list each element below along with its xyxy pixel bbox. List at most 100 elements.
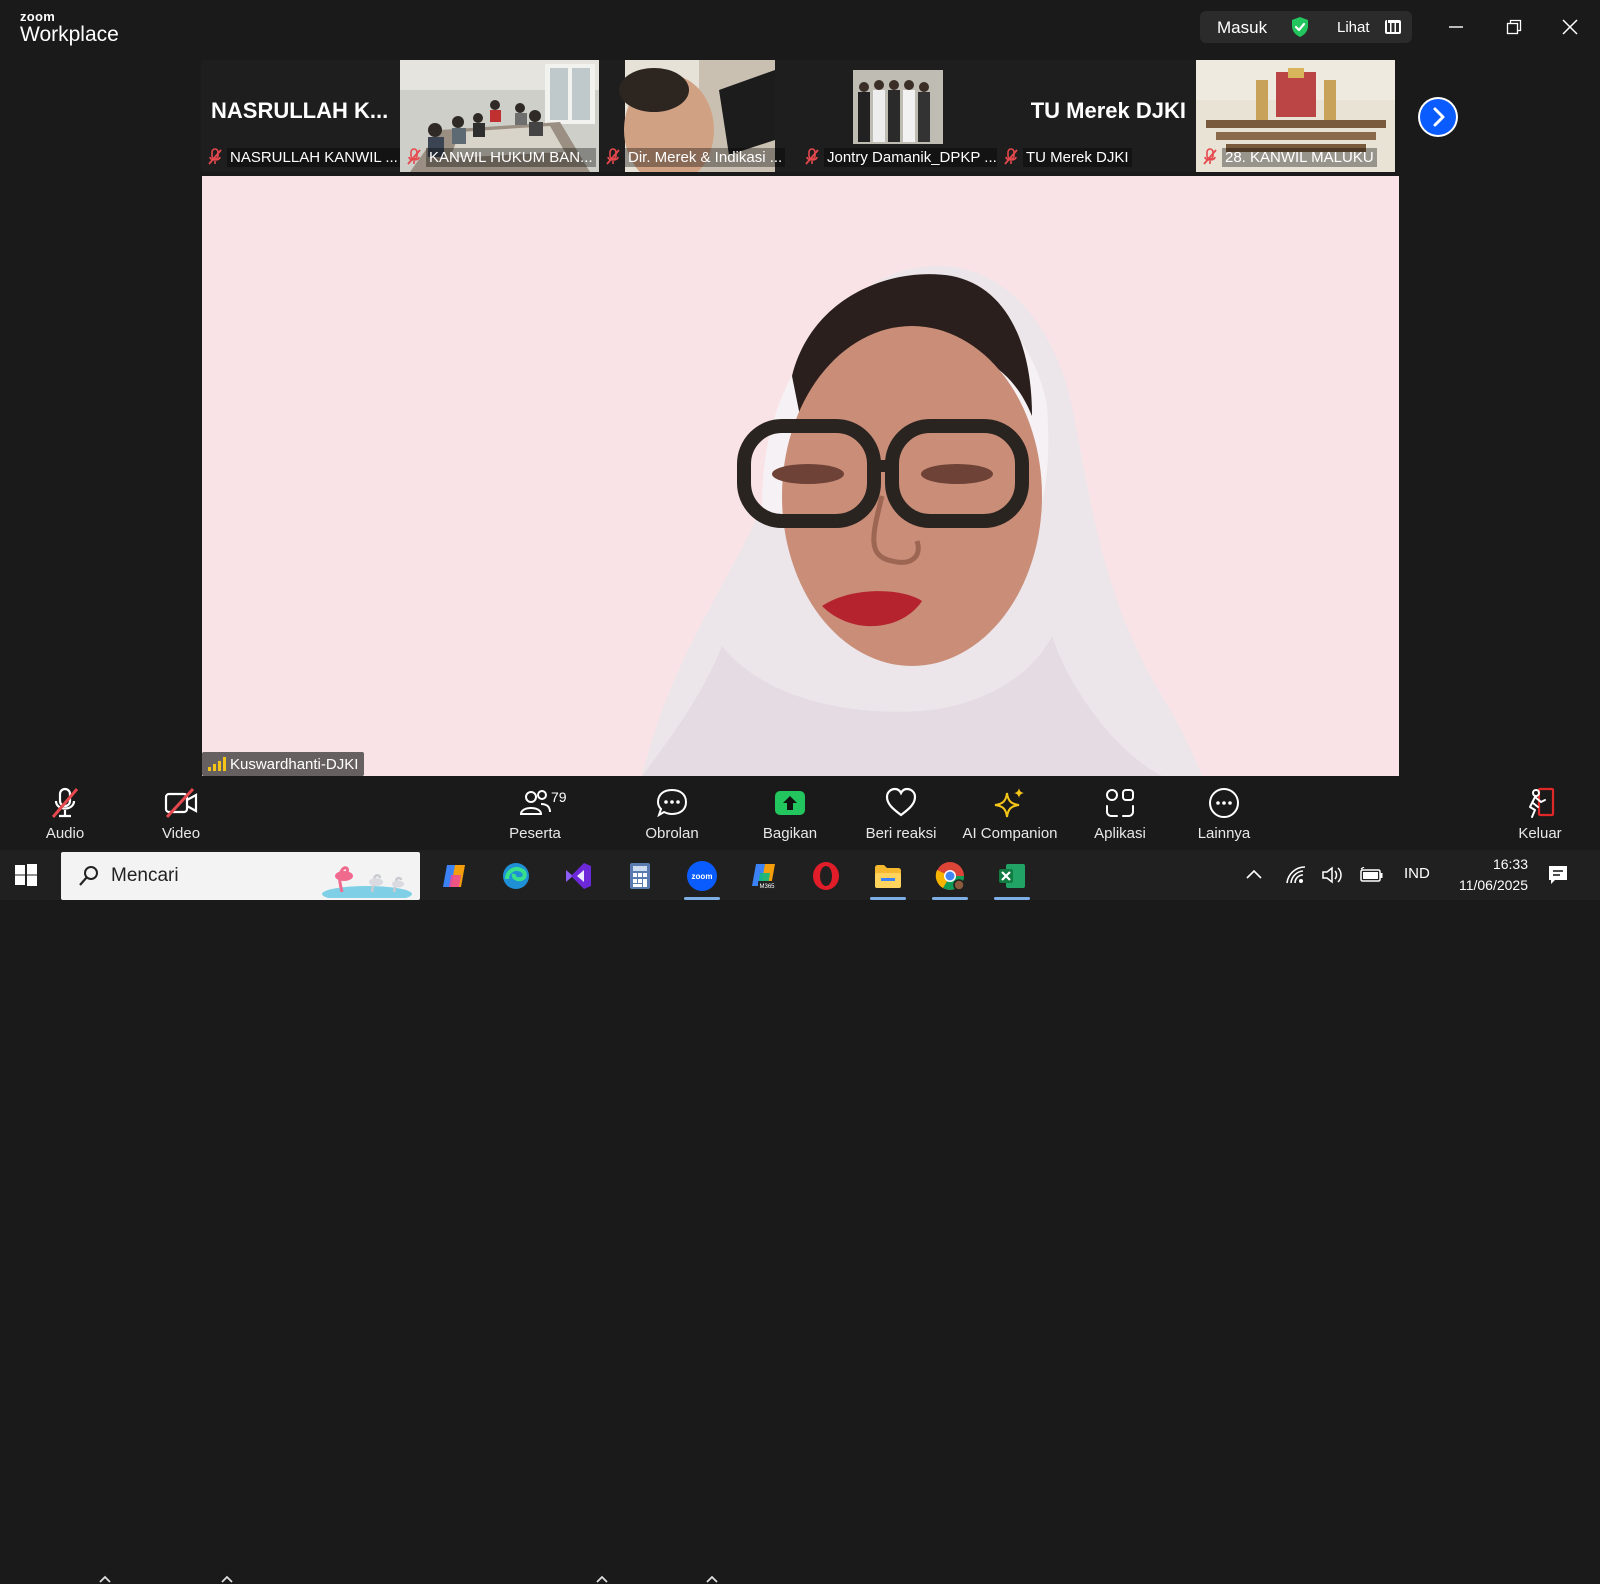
taskbar-calculator[interactable] [620,858,660,894]
edge-browser-icon [503,863,529,889]
restore-icon [1506,19,1522,35]
visual-studio-icon [566,863,591,889]
svg-text:zoom: zoom [692,872,713,881]
apps-icon [1106,789,1134,817]
audio-button[interactable]: Audio [36,777,94,849]
taskbar-visual-studio[interactable] [558,858,598,894]
mic-muted-icon [407,148,421,165]
audio-options-chevron-icon[interactable] [98,1574,112,1584]
clock-time: 16:33 [1492,856,1528,872]
share-screen-icon [775,791,805,815]
taskbar-zoom[interactable]: zoom [682,858,722,900]
participant-display-name: TU Merek DJKI [1030,98,1186,123]
participant-tile[interactable]: Jontry Damanik_DPKP ... [798,60,997,172]
share-label: Bagikan [762,825,818,842]
video-options-chevron-icon[interactable] [220,1574,234,1584]
video-off-icon [164,787,198,819]
participants-options-chevron-icon[interactable] [595,1574,609,1584]
copilot-icon [443,865,465,887]
chat-icon [656,788,688,818]
battery-icon[interactable] [1360,867,1384,883]
view-button[interactable]: Lihat [1337,19,1370,36]
excel-icon [999,864,1025,888]
participant-tile[interactable]: NASRULLAH K... NASRULLAH KANWIL ... [201,60,400,172]
taskbar-file-explorer[interactable] [868,858,908,900]
heart-icon [885,787,917,817]
mic-muted-icon [1203,148,1217,165]
share-button[interactable]: Bagikan [755,777,825,849]
participant-tile[interactable]: TU Merek DJKI TU Merek DJKI [997,60,1196,172]
input-language-indicator[interactable]: IND [1404,865,1430,882]
participants-button[interactable]: 79 Peserta [500,777,570,849]
participant-display-name: NASRULLAH K... [211,98,389,123]
mic-muted-icon [51,787,79,818]
speaker-video-frame [202,176,1399,776]
title-bar: zoom Workplace Masuk Lihat [0,0,1600,56]
close-icon [1562,19,1578,35]
volume-icon[interactable] [1321,865,1345,885]
sparkle-icon [994,788,1024,818]
taskbar-search[interactable]: Mencari [61,852,420,900]
chat-options-chevron-icon[interactable] [705,1574,719,1584]
more-button[interactable]: Lainnya [1186,777,1262,849]
signal-strength-icon [208,757,226,771]
leave-label: Keluar [1518,825,1562,842]
folder-icon [875,865,901,888]
clock-date: 11/06/2025 [1458,877,1528,893]
taskbar-excel[interactable] [992,858,1032,900]
chat-button[interactable]: Obrolan [637,777,707,849]
svg-text:M365: M365 [759,884,775,890]
leave-button[interactable]: Keluar [1510,777,1570,849]
minimize-button[interactable] [1438,10,1474,44]
zoom-app-icon: zoom [687,861,717,891]
more-icon [1209,788,1239,818]
zoom-workplace-logo: zoom Workplace [20,10,119,45]
search-icon [79,866,98,886]
taskbar-copilot[interactable] [434,858,474,894]
taskbar-opera[interactable] [806,858,846,894]
taskbar-edge[interactable] [496,858,536,894]
opera-browser-icon [813,862,839,890]
react-button[interactable]: Beri reaksi [860,777,942,849]
video-label: Video [161,825,201,842]
microsoft-365-icon: M365 [752,864,776,890]
participants-icon [519,790,551,815]
chrome-browser-icon [935,862,965,891]
participant-tile[interactable]: KANWIL HUKUM BAN... [400,60,599,172]
more-label: Lainnya [1197,825,1251,842]
logo-zoom-text: zoom [20,9,56,24]
active-speaker-label: Kuswardhanti-DJKI [202,752,365,776]
audio-label: Audio [45,825,85,842]
security-shield-icon[interactable] [1288,15,1312,39]
leave-meeting-icon [1529,787,1555,818]
search-placeholder: Mencari [111,865,179,886]
ai-companion-label: AI Companion [962,825,1058,842]
logo-workplace-text: Workplace [20,23,119,46]
show-hidden-icons-chevron-icon[interactable] [1245,867,1263,881]
grid-view-icon[interactable] [1385,20,1401,34]
participant-tile[interactable]: 28. KANWIL MALUKU [1196,60,1395,172]
participant-label: NASRULLAH KANWIL ... [227,147,400,167]
restore-button[interactable] [1496,10,1532,44]
mic-muted-icon [606,148,620,165]
next-page-button[interactable] [1418,97,1458,137]
header-controls: Masuk Lihat [1200,11,1412,43]
notifications-icon[interactable] [1546,863,1570,887]
react-label: Beri reaksi [865,825,937,842]
participant-tile[interactable]: Dir. Merek & Indikasi ... [599,60,798,172]
taskbar-chrome[interactable] [930,858,970,900]
apps-button[interactable]: Aplikasi [1082,777,1158,849]
windows-start-icon[interactable] [14,863,38,887]
ai-companion-button[interactable]: AI Companion [958,777,1062,849]
meeting-toolbar: Audio Video 79 Peserta Obrolan Bagikan B… [0,777,1600,1583]
signin-button[interactable]: Masuk [1217,18,1267,38]
participant-label: TU Merek DJKI [1023,147,1132,167]
taskbar-clock[interactable]: 16:33 11/06/2025 [1444,854,1528,896]
wifi-icon[interactable] [1285,865,1307,885]
participant-label: Jontry Damanik_DPKP ... [824,147,997,167]
video-button[interactable]: Video [152,777,210,849]
close-button[interactable] [1552,10,1588,44]
mic-muted-icon [208,148,222,165]
taskbar-m365[interactable]: M365 [744,858,784,894]
participant-label: KANWIL HUKUM BAN... [426,147,596,167]
